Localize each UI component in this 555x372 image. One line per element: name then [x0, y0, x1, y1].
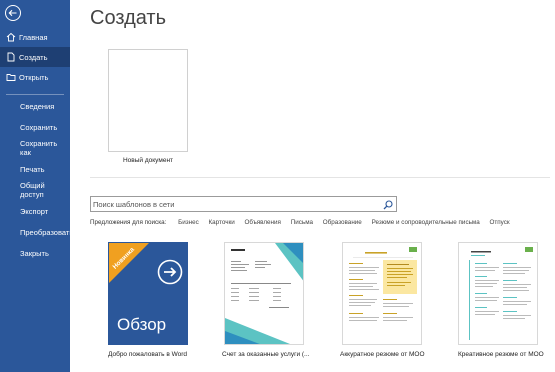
nav-create-label: Создать: [19, 52, 48, 62]
blank-document-label: Новый документ: [122, 157, 174, 164]
suggestion-link[interactable]: Объявления: [245, 219, 281, 226]
suggestion-link[interactable]: Письма: [291, 219, 313, 226]
suggestion-link[interactable]: Резюме и сопроводительные письма: [372, 219, 480, 226]
nav-print[interactable]: Печать: [0, 159, 70, 179]
nav-export-label: Экспорт: [20, 206, 49, 216]
suggestion-link[interactable]: Бизнес: [178, 219, 199, 226]
template-search-box: [90, 196, 397, 212]
nav-save[interactable]: Сохранить: [0, 117, 70, 137]
nav-info-label: Сведения: [20, 101, 55, 111]
folder-icon: [6, 72, 16, 82]
suggestion-link[interactable]: Отпуск: [489, 219, 509, 226]
main-panel: Создать Новый документ Предложения для п…: [70, 0, 555, 372]
nav-save-as-label: Сохранить как: [20, 139, 58, 157]
template-welcome-label: Добро пожаловать в Word: [108, 351, 188, 358]
backstage-sidebar: Главная Создать Открыть Сведения Сохрани…: [0, 0, 74, 372]
section-divider: [90, 177, 550, 178]
blank-document-thumbnail[interactable]: [108, 49, 188, 152]
home-icon: [6, 32, 16, 42]
nav-share[interactable]: Общий доступ: [0, 180, 70, 200]
template-invoice-thumbnail[interactable]: [224, 242, 304, 345]
invoice-preview-graphic: [225, 243, 303, 344]
nav-share-label: Общий доступ: [20, 181, 45, 199]
template-welcome-thumbnail[interactable]: Новинка Обзор: [108, 242, 188, 345]
suggestion-link[interactable]: Образование: [323, 219, 362, 226]
nav-close-label: Закрыть: [20, 248, 49, 258]
nav-save-as[interactable]: Сохранить как: [0, 138, 70, 158]
nav-home[interactable]: Главная: [0, 27, 70, 47]
arrow-right-circle-icon: [157, 259, 183, 285]
template-neat-resume-label: Аккуратное резюме от MOO: [340, 351, 425, 358]
new-document-icon: [6, 52, 16, 62]
nav-open-label: Открыть: [19, 72, 49, 82]
suggestion-link[interactable]: Карточки: [209, 219, 235, 226]
search-icon[interactable]: [382, 198, 394, 210]
nav-transform[interactable]: Преобразовать: [0, 222, 74, 242]
nav-export[interactable]: Экспорт: [0, 201, 70, 221]
nav-divider: [6, 94, 64, 95]
back-arrow-icon[interactable]: [4, 4, 22, 22]
creative-resume-preview-graphic: [469, 247, 533, 340]
nav-info[interactable]: Сведения: [0, 96, 70, 116]
neat-resume-preview-graphic: [349, 247, 417, 321]
page-title: Создать: [90, 7, 167, 29]
suggestions-label: Предложения для поиска:: [90, 219, 167, 226]
nav-open[interactable]: Открыть: [0, 67, 70, 87]
template-search-input[interactable]: [93, 198, 378, 210]
template-creative-resume-thumbnail[interactable]: [458, 242, 538, 345]
nav-transform-label: Преобразовать: [20, 227, 74, 237]
nav-home-label: Главная: [19, 32, 48, 42]
nav-create[interactable]: Создать: [0, 47, 70, 67]
nav-close[interactable]: Закрыть: [0, 243, 70, 263]
nav-print-label: Печать: [20, 164, 45, 174]
template-creative-resume-label: Креативное резюме от MOO: [458, 351, 544, 358]
welcome-big-text: Обзор: [117, 315, 167, 334]
nav-save-label: Сохранить: [20, 122, 58, 132]
template-invoice-label: Счет за оказанные услуги (...: [222, 351, 310, 358]
template-neat-resume-thumbnail[interactable]: [342, 242, 422, 345]
search-suggestions: Предложения для поиска: Бизнес Карточки …: [90, 219, 518, 226]
